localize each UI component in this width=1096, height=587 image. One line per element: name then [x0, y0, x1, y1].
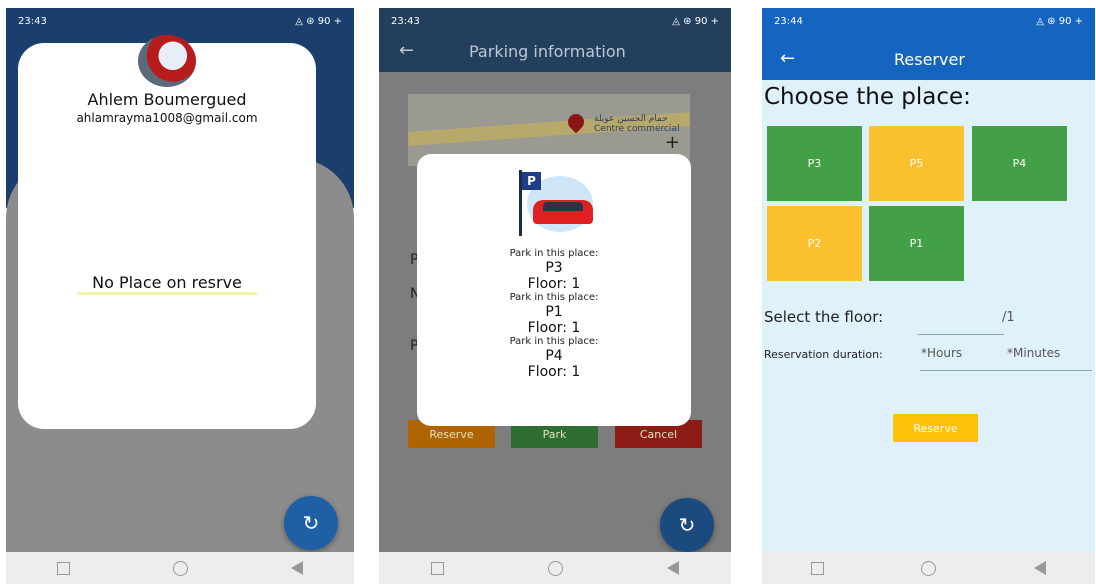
back-triangle-icon[interactable]: [667, 561, 679, 575]
reserve-button[interactable]: Reserve: [893, 414, 978, 442]
suggestion-item: Park in this place: P1 Floor: 1: [417, 292, 691, 336]
suggestion-place: P4: [545, 348, 563, 364]
park-suggestion-dialog: P Park in this place: P3 Floor: 1 Park i…: [417, 154, 691, 426]
suggestion-list: Park in this place: P3 Floor: 1 Park in …: [417, 248, 691, 380]
home-circle-icon[interactable]: [548, 560, 563, 576]
suggestion-prompt: Park in this place:: [509, 336, 599, 347]
suggestion-floor: Floor: 1: [527, 320, 581, 336]
map-label: حمام الحسين عويلة Centre commercial: [594, 114, 679, 134]
refresh-button[interactable]: ↻: [284, 496, 338, 550]
parking-illustration: P: [509, 170, 599, 238]
status-time: 23:43: [18, 15, 47, 27]
system-nav-bar: [762, 552, 1095, 584]
page-title: Parking information: [469, 42, 626, 61]
back-arrow-icon[interactable]: ←: [399, 40, 414, 61]
floor-label: Select the floor:: [764, 308, 884, 326]
floor-input[interactable]: [918, 334, 1004, 335]
status-time: 23:44: [774, 15, 803, 27]
back-triangle-icon[interactable]: [290, 561, 303, 575]
avatar: [138, 35, 196, 87]
recents-square-icon[interactable]: [431, 561, 444, 575]
duration-input-underline: [920, 370, 1092, 371]
car-windshield: [543, 202, 583, 211]
status-time: 23:43: [391, 15, 420, 27]
map-label-arabic: حمام الحسين عويلة: [594, 114, 668, 124]
suggestion-item: Park in this place: P4 Floor: 1: [417, 336, 691, 380]
zoom-in-icon[interactable]: +: [665, 132, 680, 153]
empty-reservations-message: No Place on resrve: [18, 273, 316, 295]
parking-slot[interactable]: P5: [869, 126, 964, 201]
user-email: ahlamrayma1008@gmail.com: [76, 111, 258, 125]
minutes-input[interactable]: *Minutes: [1007, 346, 1060, 360]
suggestion-prompt: Park in this place:: [509, 292, 599, 303]
home-circle-icon[interactable]: [172, 560, 188, 576]
status-icons: ◬ ⊛ 90 +: [295, 15, 342, 27]
suggestion-place: P3: [545, 260, 563, 276]
hours-input[interactable]: *Hours: [921, 346, 962, 360]
refresh-icon: ↻: [302, 511, 320, 535]
choose-place-heading: Choose the place:: [764, 84, 971, 110]
parking-slot[interactable]: P1: [869, 206, 964, 281]
suggestion-item: Park in this place: P3 Floor: 1: [417, 248, 691, 292]
user-name: Ahlem Boumergued: [87, 90, 247, 109]
home-circle-icon[interactable]: [921, 560, 937, 576]
suggestion-floor: Floor: 1: [527, 364, 581, 380]
screen-reserver: 23:44 ◬ ⊛ 90 + ← Reserver Choose the pla…: [762, 8, 1095, 584]
screen-parking-info: 23:43 ◬ ⊛ 90 + ← Parking information حما…: [379, 8, 731, 584]
page-title: Reserver: [894, 50, 965, 69]
suggestion-floor: Floor: 1: [527, 276, 581, 292]
system-nav-bar: [379, 552, 731, 584]
back-triangle-icon[interactable]: [1034, 561, 1047, 575]
parking-slot[interactable]: P3: [767, 126, 862, 201]
app-bar: 23:43 ◬ ⊛ 90 + ← Parking information: [379, 8, 731, 72]
floor-suffix: /1: [1002, 310, 1015, 325]
refresh-icon: ↻: [678, 513, 696, 537]
system-nav-bar: [6, 552, 354, 584]
back-arrow-icon[interactable]: ←: [780, 48, 795, 69]
parking-slot[interactable]: P2: [767, 206, 862, 281]
refresh-button[interactable]: ↻: [660, 498, 714, 552]
screen-profile: 23:43 ◬ ⊛ 90 + Ahlem Boumergued ahlamray…: [6, 8, 354, 584]
empty-message-text: No Place on resrve: [92, 273, 242, 292]
status-icons: ◬ ⊛ 90 +: [1036, 15, 1083, 27]
parking-sign-icon: P: [522, 172, 541, 190]
status-bar: 23:44 ◬ ⊛ 90 +: [762, 8, 1095, 34]
status-icons: ◬ ⊛ 90 +: [672, 15, 719, 27]
suggestion-place: P1: [545, 304, 563, 320]
status-bar: 23:43 ◬ ⊛ 90 +: [379, 8, 731, 34]
status-bar: 23:43 ◬ ⊛ 90 +: [6, 8, 354, 34]
recents-square-icon[interactable]: [810, 561, 824, 575]
app-bar: 23:44 ◬ ⊛ 90 + ← Reserver: [762, 8, 1095, 80]
duration-label: Reservation duration:: [764, 348, 883, 361]
suggestion-prompt: Park in this place:: [509, 248, 599, 259]
parking-slot[interactable]: P4: [972, 126, 1067, 201]
recents-square-icon[interactable]: [57, 561, 71, 575]
text-highlight: [77, 292, 257, 295]
profile-dialog: Ahlem Boumergued ahlamrayma1008@gmail.co…: [18, 35, 316, 429]
